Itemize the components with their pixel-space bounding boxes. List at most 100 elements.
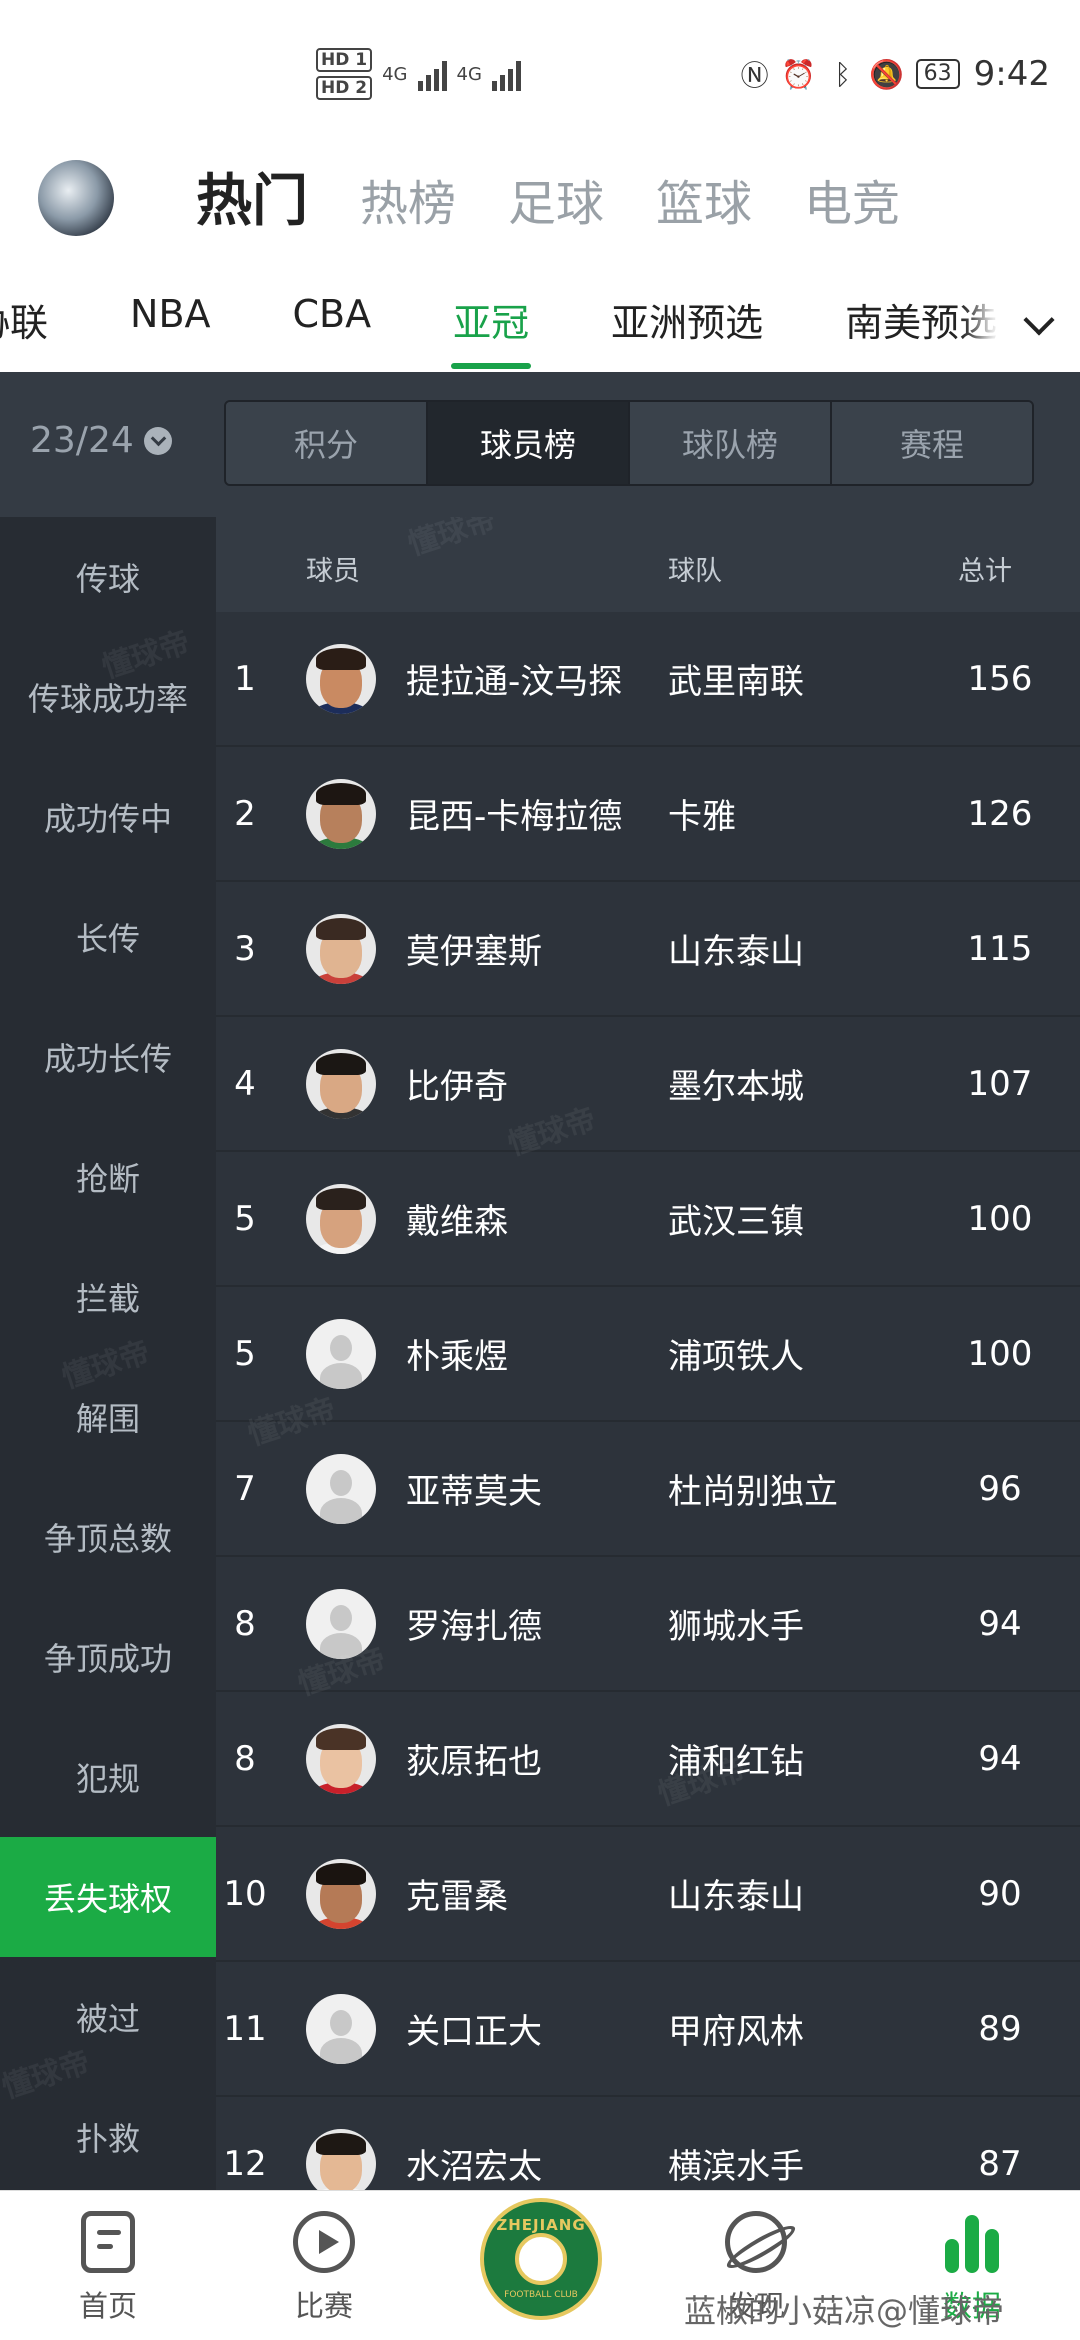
sidebar-item[interactable]: 解围 xyxy=(0,1357,216,1477)
table-row[interactable]: 5 朴乘煜 浦项铁人 100 xyxy=(216,1287,1080,1422)
table-row[interactable]: 3 莫伊塞斯 山东泰山 115 xyxy=(216,882,1080,1017)
stat-total: 94 xyxy=(978,1603,1022,1644)
team-name: 狮城水手 xyxy=(668,1607,804,1647)
sidebar-item[interactable]: 争顶总数 xyxy=(0,1477,216,1597)
signal-icon xyxy=(417,57,447,91)
sidebar-item[interactable]: 扑救 xyxy=(0,2077,216,2197)
net2-label: 4G xyxy=(456,63,482,85)
signal-icon-2 xyxy=(491,57,521,91)
user-avatar[interactable] xyxy=(38,160,114,236)
stat-total: 126 xyxy=(967,793,1033,834)
planet-icon xyxy=(725,2211,787,2273)
segment-tab[interactable]: 球员榜 xyxy=(428,402,630,484)
nav-match[interactable]: 比赛 xyxy=(264,2211,384,2325)
team-name: 浦和红钻 xyxy=(668,1742,804,1782)
sidebar-item[interactable]: 成功传中 xyxy=(0,757,216,877)
player-stats-table: 球员 球队 总计 1 提拉通-汶马探 武里南联 156 2 昆西-卡梅拉德 卡雅 126 3 莫伊… xyxy=(216,517,1080,2190)
league-tabs: 协联 NBA CBA 亚冠 亚洲预选 南美预选 xyxy=(0,280,1080,372)
league-tab[interactable]: CBA xyxy=(293,292,372,347)
table-row[interactable]: 7 亚蒂莫夫 杜尚别独立 96 xyxy=(216,1422,1080,1557)
hd1-badge: HD 1 xyxy=(316,48,373,72)
sidebar-item[interactable]: 犯规 xyxy=(0,1717,216,1837)
hd-badges: HD 1 HD 2 xyxy=(316,48,373,100)
table-row[interactable]: 11 关口正大 甲府风林 89 xyxy=(216,1962,1080,2097)
network-indicators: HD 1 HD 2 4G 4G xyxy=(316,48,521,100)
stat-total: 100 xyxy=(967,1333,1033,1374)
table-row[interactable]: 8 荻原拓也 浦和红钻 94 xyxy=(216,1692,1080,1827)
rank: 5 xyxy=(234,1333,256,1374)
main-tab[interactable]: 热榜 xyxy=(360,164,456,234)
league-tab[interactable]: 亚冠 xyxy=(451,292,532,369)
table-row[interactable]: 10 克雷桑 山东泰山 90 xyxy=(216,1827,1080,1962)
player-name: 朴乘煜 xyxy=(406,1337,508,1377)
nfc-icon: Ⓝ xyxy=(740,59,769,92)
league-tab[interactable]: 亚洲预选 xyxy=(611,292,763,347)
rank: 8 xyxy=(234,1603,256,1644)
nav-home[interactable]: 首页 xyxy=(48,2211,168,2325)
table-row[interactable]: 2 昆西-卡梅拉德 卡雅 126 xyxy=(216,747,1080,882)
main-tab[interactable]: 热门 xyxy=(196,156,308,237)
player-name: 提拉通-汶马探 xyxy=(406,662,623,702)
rank: 3 xyxy=(234,928,256,969)
logo-bottom-text: FOOTBALL CLUB xyxy=(504,2290,578,2300)
sidebar-item[interactable]: 拦截 xyxy=(0,1237,216,1357)
play-icon xyxy=(293,2211,355,2273)
player-photo xyxy=(306,644,376,714)
league-tab[interactable]: NBA xyxy=(130,292,211,347)
sidebar-item[interactable]: 争顶成功 xyxy=(0,1597,216,1717)
team-name: 卡雅 xyxy=(668,797,736,837)
sidebar-item[interactable]: 长传 xyxy=(0,877,216,997)
alarm-icon: ⏰ xyxy=(781,57,817,91)
player-name: 水沼宏太 xyxy=(406,2147,542,2187)
chevron-down-icon xyxy=(143,426,172,455)
player-photo xyxy=(306,1859,376,1929)
hd2-badge: HD 2 xyxy=(316,76,373,100)
sidebar-item[interactable]: 被过 xyxy=(0,1957,216,2077)
main-tab[interactable]: 电竞 xyxy=(804,164,900,234)
team-name: 横滨水手 xyxy=(668,2147,804,2187)
chevron-down-icon xyxy=(1023,304,1055,336)
system-indicators: Ⓝ ⏰ ᛒ 🔕 63 9:42 xyxy=(740,54,1050,94)
filter-bar: 23/24 积分 球员榜 球队榜 赛程 xyxy=(0,372,1080,517)
home-icon xyxy=(81,2211,135,2273)
segment-tab[interactable]: 球队榜 xyxy=(630,402,832,484)
team-name: 浦项铁人 xyxy=(668,1337,804,1377)
stat-total: 87 xyxy=(978,2143,1022,2184)
sidebar-item[interactable]: 传球 xyxy=(0,517,216,637)
table-row[interactable]: 12 水沼宏太 横滨水手 87 xyxy=(216,2097,1080,2190)
player-name: 关口正大 xyxy=(406,2012,542,2052)
segment-tab[interactable]: 积分 xyxy=(226,402,428,484)
credit-watermark: 蓝椒的小菇凉@懂球帝 xyxy=(684,2292,1005,2330)
stats-segment-control: 积分 球员榜 球队榜 赛程 xyxy=(224,400,1034,486)
team-name: 杜尚别独立 xyxy=(668,1472,838,1512)
league-tab[interactable]: 南美预选 xyxy=(845,292,997,347)
sidebar-item[interactable]: 丢失球权 xyxy=(0,1837,216,1957)
sidebar-item[interactable]: 传球成功率 xyxy=(0,637,216,757)
battery-icon: 63 xyxy=(915,59,960,89)
sidebar-item[interactable]: 抢断 xyxy=(0,1117,216,1237)
table-row[interactable]: 8 罗海扎德 狮城水手 94 xyxy=(216,1557,1080,1692)
top-nav: 热门 热榜 足球 篮球 电竞 xyxy=(0,150,1080,295)
nav-match-label: 比赛 xyxy=(294,2289,353,2323)
logo-top-text: ZHEJIANG xyxy=(496,2216,586,2234)
table-row[interactable]: 5 戴维森 武汉三镇 100 xyxy=(216,1152,1080,1287)
expand-tabs-button[interactable] xyxy=(998,280,1080,372)
stat-total: 89 xyxy=(978,2008,1022,2049)
rank: 4 xyxy=(234,1063,256,1104)
season-selector[interactable]: 23/24 xyxy=(30,420,172,461)
main-tab[interactable]: 足球 xyxy=(508,164,604,234)
main-tab[interactable]: 篮球 xyxy=(656,164,752,234)
status-bar: HD 1 HD 2 4G 4G Ⓝ ⏰ ᛒ 🔕 63 9:42 xyxy=(0,0,1080,150)
sidebar-item[interactable]: 成功长传 xyxy=(0,997,216,1117)
segment-tab[interactable]: 赛程 xyxy=(832,402,1032,484)
league-tab[interactable]: 协联 xyxy=(0,292,48,347)
player-photo xyxy=(306,779,376,849)
default-avatar-icon xyxy=(306,1454,376,1524)
club-logo-button[interactable]: ZHEJIANG FOOTBALL CLUB xyxy=(480,2198,602,2320)
stat-total: 94 xyxy=(978,1738,1022,1779)
table-row[interactable]: 1 提拉通-汶马探 武里南联 156 xyxy=(216,612,1080,747)
team-name: 武汉三镇 xyxy=(668,1202,804,1242)
table-row[interactable]: 4 比伊奇 墨尔本城 107 xyxy=(216,1017,1080,1152)
team-name: 山东泰山 xyxy=(668,932,804,972)
header-player: 球员 xyxy=(306,556,360,587)
